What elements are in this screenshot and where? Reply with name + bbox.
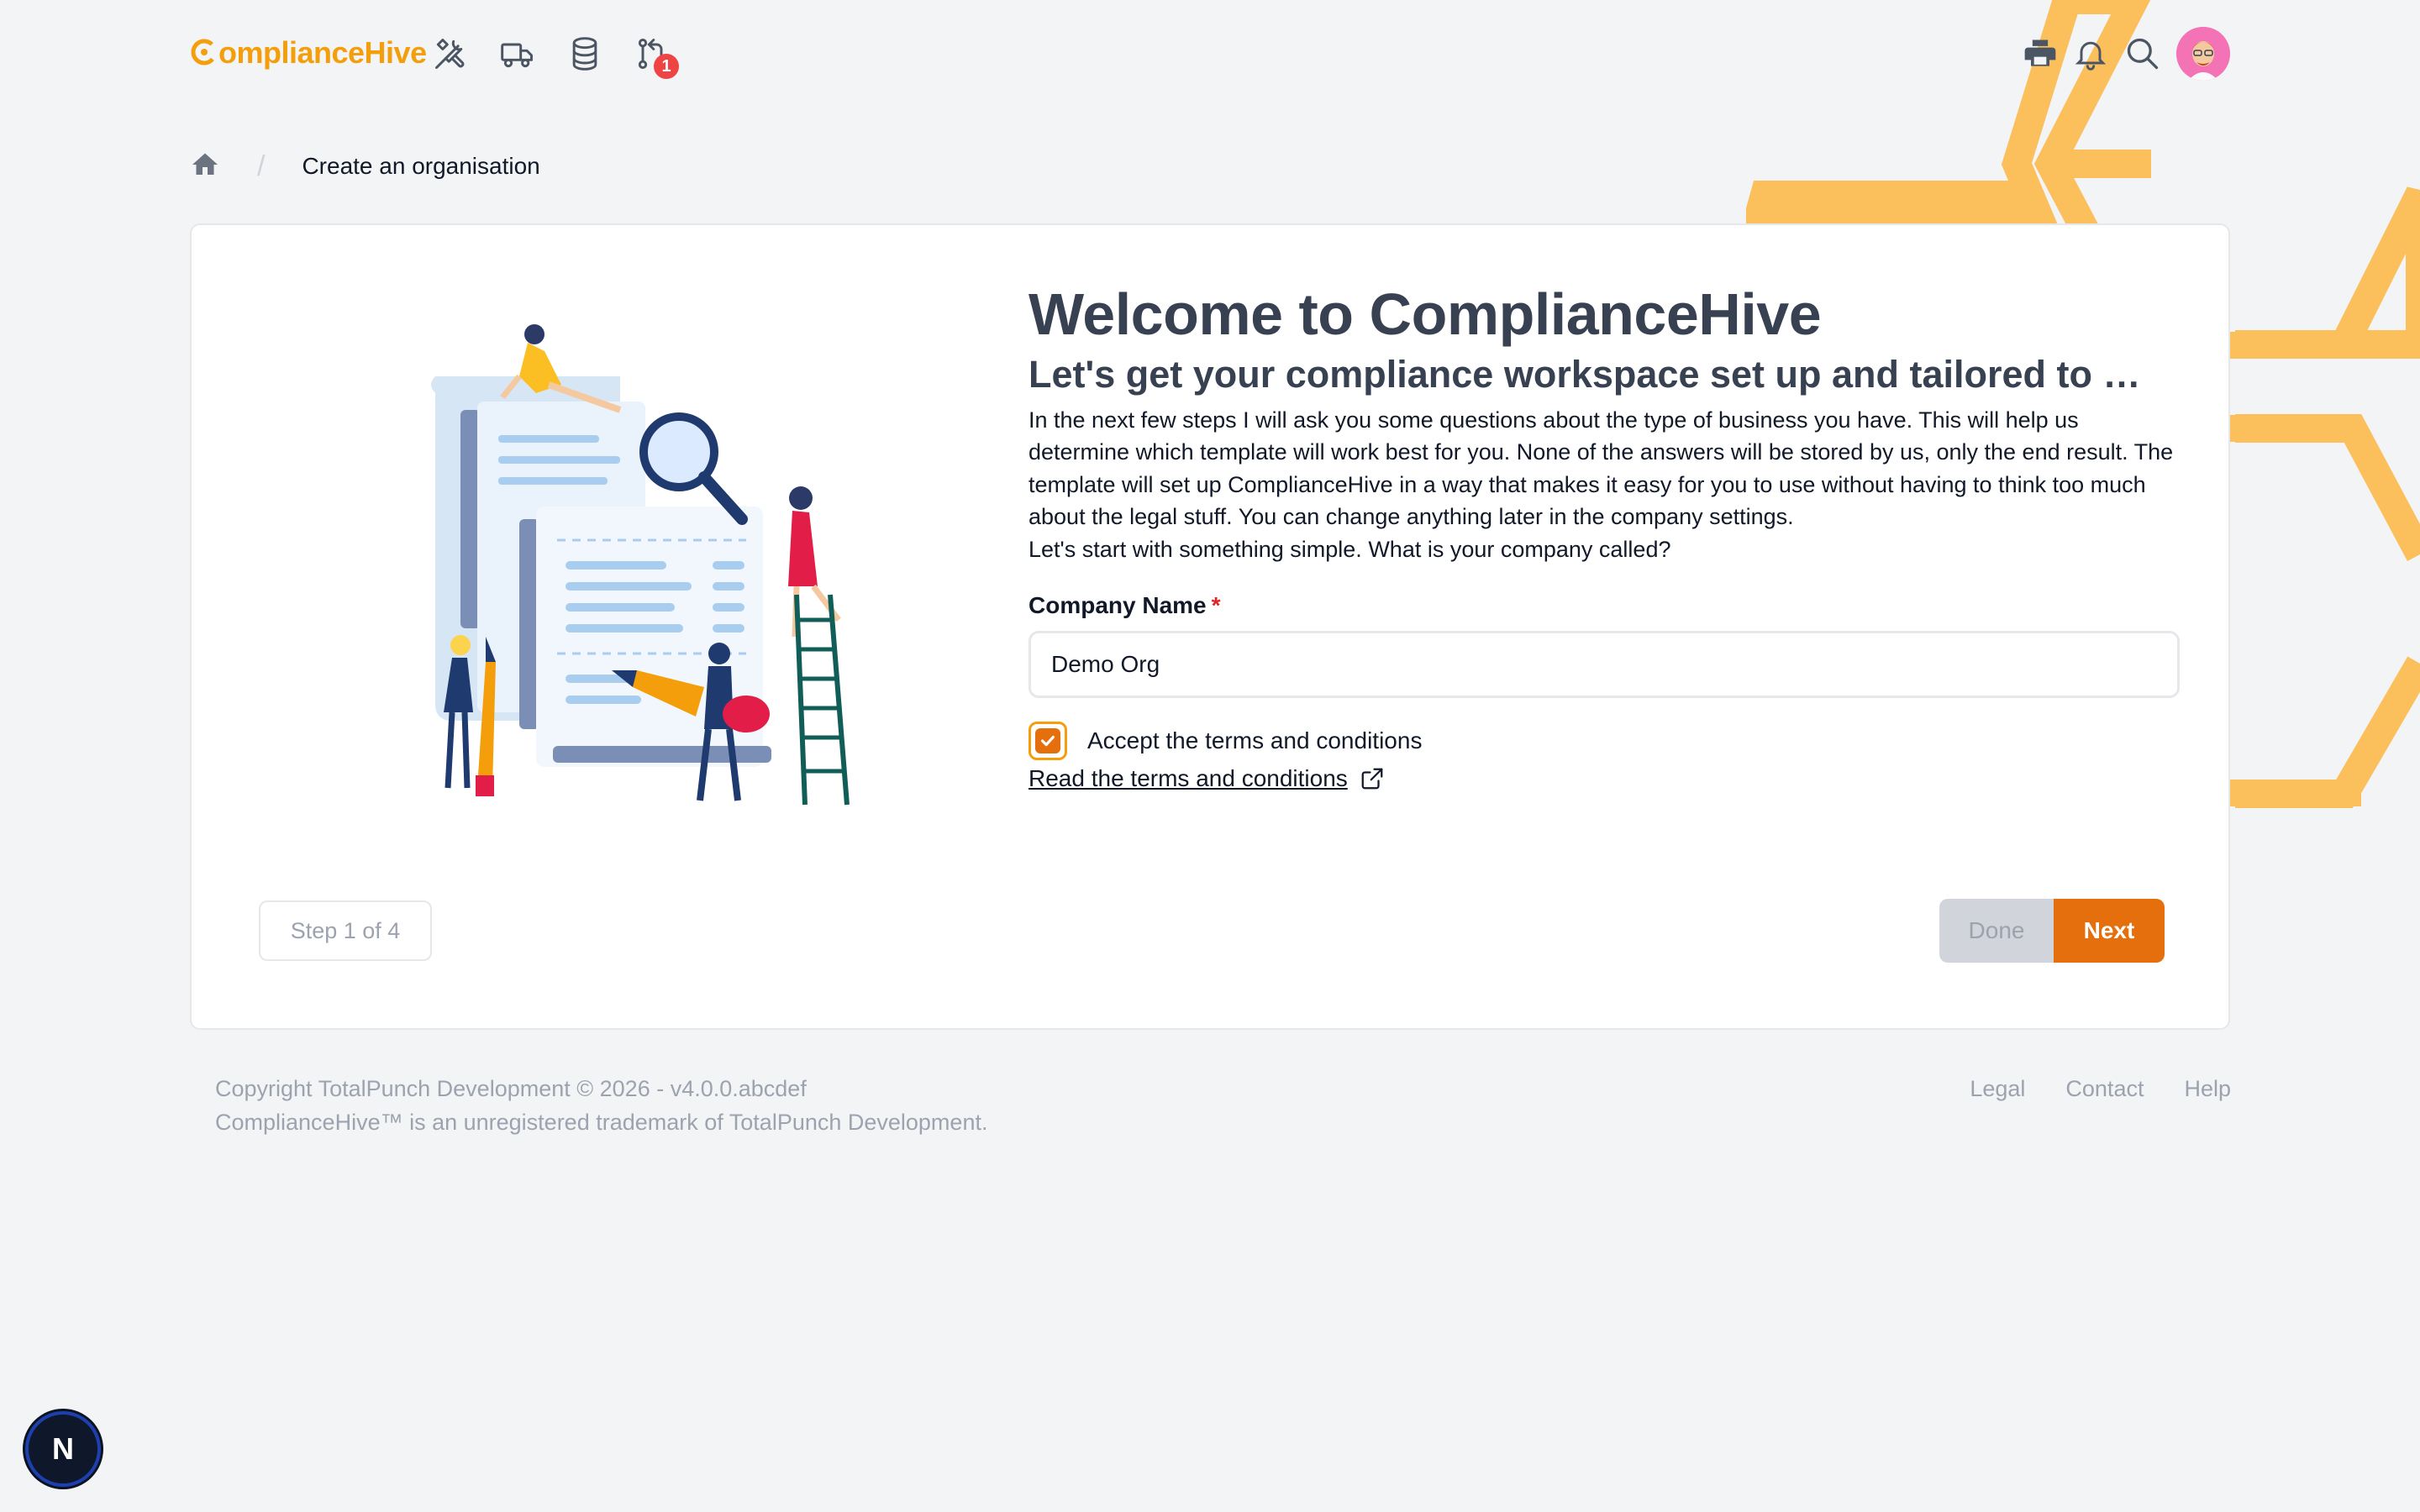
tools-icon[interactable]: [430, 34, 471, 74]
prompt-text: Let's start with something simple. What …: [1028, 536, 1671, 562]
company-name-input[interactable]: [1028, 631, 2180, 698]
footer-copyright: Copyright TotalPunch Development © 2026 …: [215, 1072, 987, 1139]
intro-text: In the next few steps I will ask you som…: [1028, 407, 2174, 530]
breadcrumb: / Create an organisation: [190, 150, 540, 183]
wizard-buttons: Done Next: [1939, 899, 2165, 963]
truck-icon[interactable]: [497, 34, 538, 74]
breadcrumb-separator: /: [257, 150, 266, 182]
logo-text: omplianceHive: [218, 35, 427, 70]
footer-links: Legal Contact Help: [1970, 1072, 2231, 1105]
nextjs-dev-indicator[interactable]: N: [25, 1411, 101, 1487]
footer-link-help[interactable]: Help: [2184, 1072, 2231, 1105]
page-title: Welcome to ComplianceHive: [1028, 281, 1822, 347]
next-button[interactable]: Next: [2054, 899, 2165, 963]
search-icon[interactable]: [2123, 34, 2163, 74]
required-mark: *: [1211, 592, 1221, 618]
notification-badge: 1: [654, 54, 679, 79]
documents-illustration: [431, 324, 850, 806]
page: omplianceHive 1 / Create an organisation…: [0, 0, 2420, 1512]
database-icon[interactable]: [565, 34, 605, 74]
footer-link-contact[interactable]: Contact: [2065, 1072, 2144, 1105]
terms-link[interactable]: Read the terms and conditions: [1028, 765, 1385, 792]
footer-link-legal[interactable]: Legal: [1970, 1072, 2025, 1105]
avatar[interactable]: [2176, 27, 2230, 81]
git-pull-request-icon[interactable]: 1: [632, 34, 679, 79]
top-navbar: omplianceHive 1: [0, 0, 2420, 109]
company-name-label-text: Company Name: [1028, 592, 1207, 618]
trademark-text: ComplianceHive™ is an unregistered trade…: [215, 1110, 988, 1135]
accept-terms-row: Accept the terms and conditions: [1028, 722, 2180, 760]
done-button[interactable]: Done: [1939, 899, 2054, 963]
app-logo[interactable]: omplianceHive: [190, 32, 427, 74]
bell-icon[interactable]: [2070, 34, 2111, 74]
terms-link-text[interactable]: Read the terms and conditions: [1028, 765, 1348, 792]
checkmark-icon: [1035, 728, 1060, 753]
copyright-text: Copyright TotalPunch Development © 2026 …: [215, 1076, 807, 1101]
accept-terms-label[interactable]: Accept the terms and conditions: [1087, 727, 1422, 754]
accept-terms-checkbox[interactable]: [1028, 722, 1067, 760]
page-subtitle: Let's get your compliance workspace set …: [1028, 352, 2141, 396]
home-icon[interactable]: [190, 150, 220, 184]
logo-hive-c-icon: [190, 35, 218, 71]
breadcrumb-current: Create an organisation: [302, 153, 540, 179]
wizard-content: Welcome to ComplianceHive Let's get your…: [1028, 281, 2180, 792]
step-indicator: Step 1 of 4: [259, 900, 432, 961]
company-name-label: Company Name *: [1028, 592, 2180, 619]
printer-icon[interactable]: [2020, 34, 2060, 74]
wizard-card: Welcome to ComplianceHive Let's get your…: [190, 223, 2230, 1030]
external-link-icon: [1361, 768, 1383, 790]
